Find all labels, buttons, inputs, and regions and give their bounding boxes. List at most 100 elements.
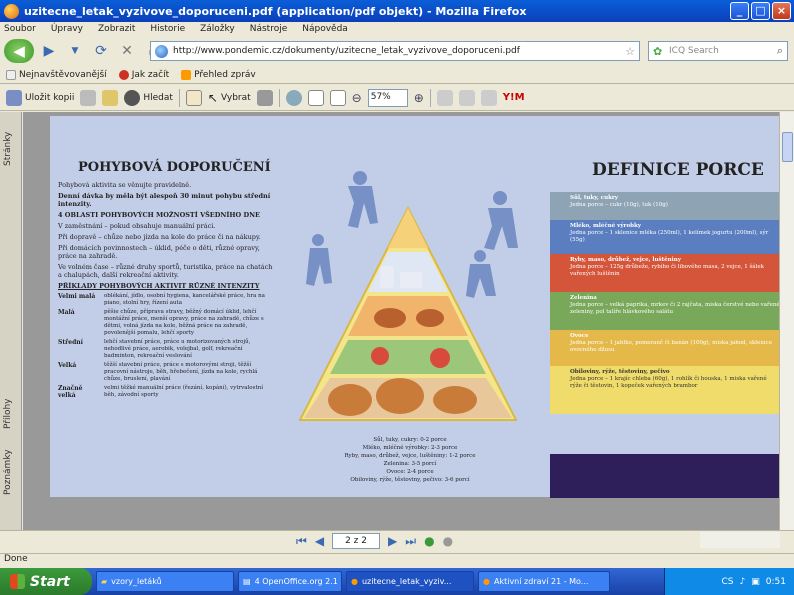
activity-examples: pěšie chůze, příprava stravy, běžný domá… bbox=[104, 309, 264, 336]
history-dropdown-icon[interactable]: ▼ bbox=[64, 40, 86, 62]
tab-attachments[interactable]: Přílohy bbox=[3, 394, 18, 434]
cursor-icon: ↖ bbox=[207, 90, 218, 105]
menu-bar: Soubor Úpravy Zobrazit Historie Záložky … bbox=[0, 22, 794, 36]
activity-intensity: Malá bbox=[58, 309, 75, 316]
search-input[interactable]: ✿ ICQ Search ⌕ bbox=[648, 41, 788, 61]
portion-band-dairy: Mléko, mléčné výrobky Jedna porce – 1 sk… bbox=[550, 220, 794, 254]
activity-examples: těžší stavební práce, práce s motorovými… bbox=[104, 362, 258, 382]
previous-page-icon[interactable]: ◀ bbox=[315, 534, 324, 548]
food-pyramid-illustration bbox=[290, 168, 526, 433]
page-number-field[interactable]: 2 z 2 bbox=[332, 533, 381, 549]
band-title: Sůl, tuky, cukry bbox=[570, 195, 618, 201]
zoom-out-icon[interactable]: ⊖ bbox=[352, 91, 362, 105]
pdf-sidebar: Stránky Přílohy Poznámky bbox=[0, 112, 22, 530]
left-heading: POHYBOVÁ DOPORUČENÍ bbox=[78, 160, 271, 175]
volume-icon[interactable]: ♪ bbox=[740, 577, 746, 587]
yahoo-icon[interactable]: Y!M bbox=[503, 92, 525, 103]
next-page-icon[interactable]: ▶ bbox=[388, 534, 397, 548]
menu-soubor[interactable]: Soubor bbox=[4, 24, 36, 34]
fit-width-icon[interactable] bbox=[329, 89, 346, 106]
save-copy-label: Uložit kopii bbox=[25, 92, 75, 103]
zoom-tool-icon[interactable] bbox=[285, 89, 302, 106]
minimize-button[interactable]: _ bbox=[730, 2, 749, 20]
menu-zobrazit[interactable]: Zobrazit bbox=[98, 24, 135, 34]
start-button[interactable]: Start bbox=[0, 568, 92, 595]
email-icon[interactable] bbox=[102, 89, 119, 106]
examples-title: PŘÍKLADY POHYBOVÝCH AKTIVIT RŮZNÉ INTENZ… bbox=[58, 282, 260, 290]
tab-comments[interactable]: Poznámky bbox=[3, 444, 18, 500]
vertical-scrollbar[interactable] bbox=[779, 112, 794, 530]
system-tray: CS ♪ ▣ 0:51 bbox=[664, 568, 794, 595]
first-page-icon[interactable]: ⏮ bbox=[296, 534, 307, 549]
print-icon[interactable] bbox=[80, 89, 97, 106]
rotate-icon[interactable] bbox=[436, 89, 453, 106]
network-icon[interactable]: ▣ bbox=[751, 577, 760, 587]
bookmark-news[interactable]: Přehled zpráv bbox=[181, 69, 256, 80]
task-firefox-aktivni[interactable]: ● Aktivní zdraví 21 - Mo... bbox=[478, 571, 610, 592]
menu-historie[interactable]: Historie bbox=[150, 24, 185, 34]
stop-button[interactable]: ✕ bbox=[116, 40, 138, 62]
activity-intensity: Velká bbox=[58, 362, 77, 369]
zoom-in-icon[interactable]: ⊕ bbox=[414, 91, 424, 105]
intro-line: Denní dávka by měla být alespoň 30 minut… bbox=[58, 192, 271, 208]
zoom-level-field[interactable]: 57% bbox=[367, 88, 408, 107]
menu-upravy[interactable]: Úpravy bbox=[51, 24, 83, 34]
folder-icon: ▰ bbox=[101, 577, 108, 586]
pyramid-caption-line: Obiloviny, rýže, těstoviny, pečivo: 3-6 … bbox=[350, 477, 470, 483]
rss-icon bbox=[181, 69, 192, 80]
bookmark-most-visited[interactable]: Nejnavštěvovanější bbox=[6, 69, 107, 80]
sign-icon[interactable] bbox=[458, 89, 475, 106]
select-tool-label: Vybrat bbox=[220, 92, 251, 103]
fit-page-icon[interactable] bbox=[307, 89, 324, 106]
bookmark-getting-started[interactable]: Jak začít bbox=[118, 69, 169, 80]
purple-footer-band bbox=[550, 454, 794, 498]
oblast-item: V zaměstnání – pokud obsahuje manuální p… bbox=[58, 222, 216, 230]
reload-button[interactable]: ⟳ bbox=[90, 40, 112, 62]
activity-row: Velmi malá oblékání, jídlo, osobní hygie… bbox=[58, 293, 273, 307]
go-forward-view-icon[interactable]: ● bbox=[443, 534, 453, 548]
scrollbar-thumb[interactable] bbox=[782, 132, 793, 162]
find-button[interactable]: Hledat bbox=[124, 89, 173, 106]
bookmark-star-icon[interactable]: ☆ bbox=[625, 45, 635, 58]
horizontal-scrollbar[interactable] bbox=[700, 532, 780, 548]
undo-icon[interactable] bbox=[480, 89, 497, 106]
band-text: Jedna porce – 125g drůbeže, rybího či li… bbox=[570, 264, 764, 277]
firefox-icon: ● bbox=[351, 577, 358, 586]
pdf-page: POHYBOVÁ DOPORUČENÍ Pohybová aktivita se… bbox=[50, 116, 794, 498]
forward-button[interactable]: ▶ bbox=[38, 40, 60, 62]
band-title: Ryby, maso, drůbež, vejce, luštěniny bbox=[570, 257, 681, 263]
page-icon bbox=[6, 69, 16, 80]
go-back-view-icon[interactable]: ● bbox=[424, 534, 434, 548]
clock[interactable]: 0:51 bbox=[766, 577, 786, 587]
menu-napoveda[interactable]: Nápověda bbox=[302, 24, 348, 34]
select-tool-button[interactable]: ↖ Vybrat bbox=[208, 91, 251, 105]
task-label: uzitecne_letak_vyziv... bbox=[361, 577, 452, 586]
language-indicator[interactable]: CS bbox=[722, 577, 734, 587]
task-label: vzory_letáků bbox=[111, 577, 162, 586]
toolbar-separator bbox=[178, 88, 180, 107]
bookmark-label: Nejnavštěvovanější bbox=[19, 69, 107, 80]
menu-zalozky[interactable]: Záložky bbox=[200, 24, 235, 34]
pyramid-caption-line: Mléko, mléčné výrobky: 2-3 porce bbox=[362, 445, 458, 451]
activity-intensity: Střední bbox=[58, 339, 83, 346]
binoculars-icon bbox=[124, 89, 141, 106]
last-page-icon[interactable]: ⏭ bbox=[405, 534, 416, 549]
snapshot-icon[interactable] bbox=[256, 89, 273, 106]
pyramid-caption-line: Sůl, tuky, cukry: 0-2 porce bbox=[373, 437, 447, 443]
task-folder[interactable]: ▰ vzory_letáků bbox=[96, 571, 234, 592]
task-label: Aktivní zdraví 21 - Mo... bbox=[493, 577, 589, 586]
back-button[interactable]: ◀ bbox=[4, 39, 34, 63]
search-icon[interactable]: ⌕ bbox=[777, 44, 783, 58]
hand-tool-icon[interactable] bbox=[185, 89, 202, 106]
tab-pages[interactable]: Stránky bbox=[3, 126, 18, 172]
activity-examples: lehčí stavební práce, práce u motorizova… bbox=[104, 339, 251, 359]
save-copy-button[interactable]: Uložit kopii bbox=[6, 89, 75, 106]
task-firefox-pdf[interactable]: ● uzitecne_letak_vyziv... bbox=[346, 571, 474, 592]
close-button[interactable]: × bbox=[772, 2, 791, 20]
maximize-button[interactable]: □ bbox=[751, 2, 770, 20]
pyramid-caption: Sůl, tuky, cukry: 0-2 porce Mléko, mléčn… bbox=[320, 436, 500, 484]
url-bar[interactable]: http://www.pondemic.cz/dokumenty/uzitecn… bbox=[150, 41, 640, 61]
task-openoffice[interactable]: ▤ 4 OpenOffice.org 2.1 bbox=[238, 571, 342, 592]
menu-nastroje[interactable]: Nástroje bbox=[250, 24, 288, 34]
url-text: http://www.pondemic.cz/dokumenty/uzitecn… bbox=[173, 46, 520, 56]
